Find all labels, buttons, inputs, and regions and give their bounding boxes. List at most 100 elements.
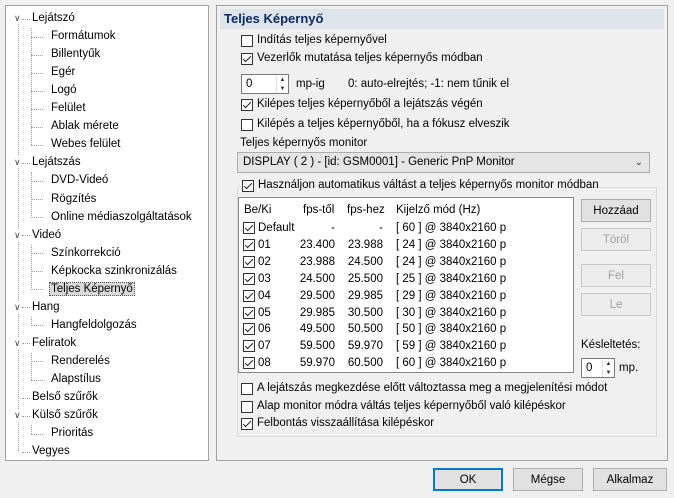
tree-guide-line: [31, 217, 43, 219]
tree-expander-icon[interactable]: ∨: [14, 228, 21, 241]
row-enabled-checkbox[interactable]: [243, 340, 255, 353]
column-header-fps-to[interactable]: fps-hez: [347, 202, 385, 218]
delay-unit: mp.: [619, 362, 639, 374]
tree-item-logó[interactable]: Logó: [49, 82, 79, 99]
tree-item-videó[interactable]: Videó: [30, 227, 63, 244]
row-name: 04: [258, 289, 271, 302]
tree-item-label: Billentyűk: [51, 48, 101, 61]
tree-item-renderelés[interactable]: Renderelés: [49, 353, 112, 370]
show-controls-checkbox[interactable]: [241, 53, 253, 65]
delay-stepper[interactable]: 0 ▲ ▼: [581, 358, 615, 378]
tree-item-rögzítés[interactable]: Rögzítés: [49, 191, 98, 208]
tree-item-prioritás[interactable]: Prioritás: [49, 425, 95, 442]
tree-expander-icon[interactable]: ∨: [14, 336, 21, 349]
row-enabled-checkbox[interactable]: [243, 222, 255, 234]
add-button[interactable]: Hozzáad: [581, 199, 651, 222]
tree-item-label: Vegyes: [32, 445, 70, 458]
tree-guide-line: [31, 54, 43, 56]
display-mode-list[interactable]: Be/Ki fps-től fps-hez Kijelző mód (Hz) D…: [238, 197, 574, 373]
spin-up-icon[interactable]: ▲: [276, 76, 288, 84]
tree-item-formátumok[interactable]: Formátumok: [49, 28, 118, 45]
exit-on-focus-loss-checkbox[interactable]: [241, 119, 253, 131]
table-row[interactable]: 04 29.500 29.985 [ 29 ] @ 3840x2160 p: [239, 288, 573, 304]
tree-item-feliratok[interactable]: Feliratok: [30, 335, 78, 352]
row-fps-from: 23.400: [299, 238, 335, 251]
tree-guide-line: [31, 36, 43, 38]
restore-resolution-checkbox[interactable]: [241, 418, 253, 430]
row-enabled-checkbox[interactable]: [243, 323, 255, 336]
tree-item-label: Logó: [51, 84, 77, 97]
tree-item-online-médiaszolgáltatások[interactable]: Online médiaszolgáltatások: [49, 209, 194, 226]
row-fps-from: 29.985: [299, 306, 335, 319]
tree-item-dvd-videó[interactable]: DVD-Videó: [49, 172, 110, 189]
tree-item-hangfeldolgozás[interactable]: Hangfeldolgozás: [49, 317, 139, 334]
apply-button[interactable]: Alkalmaz: [593, 468, 667, 491]
page-title: Teljes Képernyő: [220, 9, 664, 29]
tree-item-ablak-mérete[interactable]: Ablak mérete: [49, 118, 121, 135]
cancel-button[interactable]: Mégse: [513, 468, 583, 491]
tree-guide-line: [22, 307, 30, 309]
tree-expander-icon[interactable]: ∨: [14, 156, 21, 169]
column-header-display-mode[interactable]: Kijelző mód (Hz): [396, 202, 480, 218]
spin-down-icon[interactable]: ▼: [602, 369, 614, 377]
tree-item-label: Hang: [32, 300, 60, 313]
tree-item-felület[interactable]: Felület: [49, 100, 88, 117]
tree-item-lejátszó[interactable]: Lejátszó: [30, 10, 77, 27]
tree-item-képkocka-szinkronizálás[interactable]: Képkocka szinkronizálás: [49, 263, 179, 280]
row-fps-from: 59.500: [299, 340, 335, 353]
column-header-enabled[interactable]: Be/Ki: [244, 202, 272, 218]
tree-expander-icon[interactable]: ∨: [14, 12, 21, 24]
hide-delay-stepper[interactable]: 0 ▲ ▼: [241, 74, 289, 94]
table-row[interactable]: 05 29.985 30.500 [ 30 ] @ 3840x2160 p: [239, 305, 573, 321]
tree-item-label: Ablak mérete: [51, 120, 119, 133]
spin-down-icon[interactable]: ▼: [276, 85, 288, 93]
tree-item-belső-szűrők[interactable]: Belső szűrők: [30, 389, 100, 406]
tree-item-külső-szűrők[interactable]: Külső szűrők: [30, 407, 100, 424]
apply-before-play-checkbox[interactable]: [241, 383, 253, 395]
row-fps-from: 24.500: [299, 272, 335, 285]
tree-guide-line: [22, 451, 30, 453]
row-display-mode: [ 25 ] @ 3840x2160 p: [396, 272, 507, 285]
row-enabled-checkbox[interactable]: [243, 272, 255, 285]
exit-at-end-checkbox[interactable]: [241, 99, 253, 111]
table-row[interactable]: Default - - [ 60 ] @ 3840x2160 p: [239, 220, 573, 236]
tree-item-label: Formátumok: [51, 30, 116, 43]
tree-item-teljes-képernyő[interactable]: Teljes Képernyő: [49, 281, 135, 298]
row-enabled-checkbox[interactable]: [243, 238, 255, 251]
row-display-mode: [ 30 ] @ 3840x2160 p: [396, 306, 507, 319]
spin-up-icon[interactable]: ▲: [602, 360, 614, 368]
tree-item-alapstílus[interactable]: Alapstílus: [49, 371, 103, 388]
column-header-fps-from[interactable]: fps-től: [303, 202, 334, 218]
tree-expander-icon[interactable]: ∨: [14, 409, 21, 422]
tree-item-lejátszás[interactable]: Lejátszás: [30, 154, 83, 171]
move-up-button[interactable]: Fel: [581, 264, 651, 287]
tree-item-billentyűk[interactable]: Billentyűk: [49, 46, 102, 63]
row-enabled-checkbox[interactable]: [243, 255, 255, 268]
tree-item-hang[interactable]: Hang: [30, 299, 62, 316]
ok-button[interactable]: OK: [433, 468, 503, 491]
table-row[interactable]: 06 49.500 50.500 [ 50 ] @ 3840x2160 p: [239, 321, 573, 337]
restore-monitor-mode-checkbox[interactable]: [241, 401, 253, 413]
tree-item-egér[interactable]: Egér: [49, 64, 77, 81]
auto-switch-checkbox[interactable]: [242, 180, 254, 192]
row-enabled-checkbox[interactable]: [243, 289, 255, 302]
launch-fullscreen-checkbox[interactable]: [241, 35, 253, 47]
tree-item-webes-felület[interactable]: Webes felület: [49, 136, 122, 153]
row-fps-to: 29.985: [347, 289, 383, 302]
move-down-button[interactable]: Le: [581, 293, 651, 316]
table-row[interactable]: 01 23.400 23.988 [ 24 ] @ 3840x2160 p: [239, 237, 573, 253]
row-enabled-checkbox[interactable]: [243, 306, 255, 319]
table-row[interactable]: 03 24.500 25.500 [ 25 ] @ 3840x2160 p: [239, 271, 573, 287]
monitor-select[interactable]: DISPLAY ( 2 ) - [id: GSM0001] - Generic …: [237, 152, 650, 173]
row-enabled-checkbox[interactable]: [243, 357, 255, 370]
tree-item-vegyes[interactable]: Vegyes: [30, 443, 72, 460]
table-row[interactable]: 08 59.970 60.500 [ 60 ] @ 3840x2160 p: [239, 355, 573, 371]
tree-item-színkorrekció[interactable]: Színkorrekció: [49, 245, 123, 262]
tree-expander-icon[interactable]: ∨: [14, 300, 21, 313]
delete-button[interactable]: Töröl: [581, 228, 651, 251]
table-row[interactable]: 02 23.988 24.500 [ 24 ] @ 3840x2160 p: [239, 254, 573, 270]
settings-tree[interactable]: ∨ Lejátszó Formátumok Billentyűk Egér Logó Fel…: [5, 5, 209, 461]
row-fps-to: 25.500: [347, 272, 383, 285]
tree-guide-line: [22, 415, 30, 417]
table-row[interactable]: 07 59.500 59.970 [ 59 ] @ 3840x2160 p: [239, 338, 573, 354]
